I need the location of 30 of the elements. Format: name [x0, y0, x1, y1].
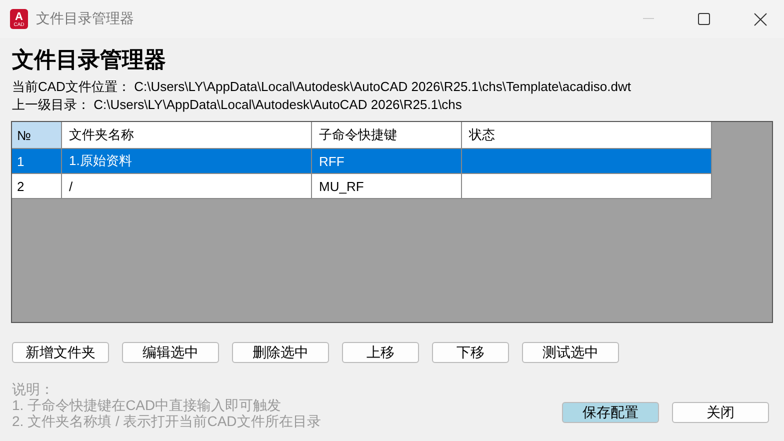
table-cell[interactable]: 1: [12, 149, 62, 174]
table-cell[interactable]: 1.原始资料: [62, 149, 312, 174]
table-cell[interactable]: 2: [12, 174, 62, 199]
logo-letter: A: [15, 12, 23, 23]
action-button[interactable]: 新增文件夹: [12, 342, 109, 363]
close-dialog-button[interactable]: 关闭: [672, 402, 769, 423]
table-cell[interactable]: [462, 174, 712, 199]
action-button[interactable]: 编辑选中: [122, 342, 219, 363]
window-title: 文件目录管理器: [36, 10, 135, 28]
column-header[interactable]: 文件夹名称: [62, 122, 312, 149]
table-cell[interactable]: /: [62, 174, 312, 199]
table-cell[interactable]: RFF: [312, 149, 462, 174]
path-text: 当前CAD文件位置： C:\Users\LY\AppData\Local\Autodesk\AutoCAD 2026\R25.1\chs\Template\acadiso.dwt: [12, 78, 632, 96]
save-button[interactable]: 保存配置: [562, 402, 659, 423]
table-cell[interactable]: [462, 149, 712, 174]
note-text: 2. 文件夹名称填 / 表示打开当前CAD文件所在目录: [12, 413, 322, 429]
column-header[interactable]: 状态: [462, 122, 712, 149]
close-icon[interactable]: [754, 12, 766, 26]
table-cell[interactable]: MU_RF: [312, 174, 462, 199]
page-heading: 文件目录管理器: [12, 46, 167, 74]
path-text: 上一级目录： C:\Users\LY\AppData\Local\Autodesk\AutoCAD 2026\R25.1\chs: [12, 96, 463, 114]
maximize-icon[interactable]: [698, 13, 710, 25]
action-button[interactable]: 下移: [432, 342, 509, 363]
action-button[interactable]: 测试选中: [522, 342, 619, 363]
action-button[interactable]: 上移: [342, 342, 419, 363]
column-header[interactable]: №: [12, 122, 62, 149]
note-text: 1. 子命令快捷键在CAD中直接输入即可触发: [12, 397, 282, 413]
notes-title: 说明：: [12, 381, 55, 397]
action-button[interactable]: 删除选中: [232, 342, 329, 363]
column-header[interactable]: 子命令快捷键: [312, 122, 462, 149]
